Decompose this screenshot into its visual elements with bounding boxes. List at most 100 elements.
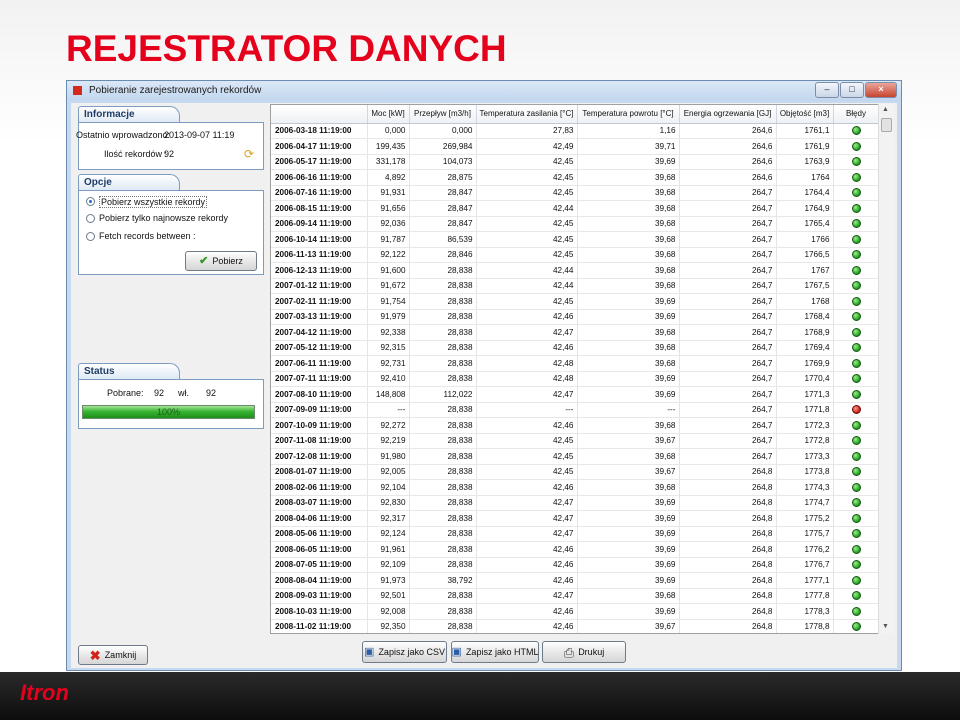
- ok-status-icon: [851, 250, 861, 260]
- minimize-button[interactable]: –: [815, 82, 839, 98]
- scroll-thumb[interactable]: [881, 118, 892, 132]
- table-row[interactable]: 2006-10-14 11:19:00 91,787 86,539 42,45 39,6…: [271, 231, 880, 248]
- row-date-cell: 2006-11-13 11:19:00: [271, 247, 368, 263]
- table-cell: 42,45: [476, 231, 578, 248]
- table-row[interactable]: 2008-01-07 11:19:00 92,005 28,838 42,45 39,6…: [271, 464, 880, 480]
- scroll-down-icon[interactable]: ▼: [882, 623, 889, 630]
- table-row[interactable]: 2006-05-17 11:19:00 331,178 104,073 42,45 39…: [271, 154, 880, 170]
- fetch-button-label: Pobierz: [212, 256, 243, 266]
- ok-status-icon: [851, 374, 861, 384]
- column-header[interactable]: Energia ogrzewania [GJ]: [679, 105, 777, 124]
- table-row[interactable]: 2007-10-09 11:19:00 92,272 28,838 42,46 39,6…: [271, 417, 880, 434]
- table-row[interactable]: 2007-08-10 11:19:00 148,808 112,022 42,47 39…: [271, 386, 880, 403]
- table-row[interactable]: 2006-08-15 11:19:00 91,656 28,847 42,44 39,6…: [271, 200, 880, 217]
- ok-status-icon: [851, 389, 861, 399]
- table-row[interactable]: 2007-09-09 11:19:00 --- 28,838 --- --- 264,7 1…: [271, 402, 880, 418]
- table-cell: 28,838: [409, 495, 477, 511]
- save-html-label: Zapisz jako HTML: [465, 647, 539, 657]
- print-button[interactable]: ⎙ Drukuj: [542, 641, 626, 663]
- table-row[interactable]: 2008-02-06 11:19:00 92,104 28,838 42,46 39,6…: [271, 479, 880, 496]
- table-row[interactable]: 2006-07-16 11:19:00 91,931 28,847 42,45 39,6…: [271, 185, 880, 201]
- table-cell: 39,68: [577, 417, 680, 434]
- row-date-cell: 2008-08-04 11:19:00: [271, 572, 368, 589]
- table-cell: 1768: [776, 293, 834, 310]
- table-row[interactable]: 2008-07-05 11:19:00 92,109 28,838 42,46 39,6…: [271, 557, 880, 573]
- save-csv-button[interactable]: ▣ Zapisz jako CSV: [362, 641, 447, 663]
- scroll-up-icon[interactable]: ▲: [882, 106, 889, 113]
- table-cell: 91,980: [367, 448, 410, 465]
- error-status-cell: [833, 433, 880, 449]
- table-cell: 264,7: [679, 433, 777, 449]
- table-cell: 39,69: [577, 386, 680, 403]
- error-status-cell: [833, 572, 880, 589]
- row-date-cell: 2006-08-15 11:19:00: [271, 200, 368, 217]
- table-cell: 39,68: [577, 355, 680, 372]
- column-header[interactable]: Moc [kW]: [367, 105, 410, 124]
- ok-status-icon: [851, 482, 861, 492]
- table-row[interactable]: 2007-02-11 11:19:00 91,754 28,838 42,45 39,6…: [271, 293, 880, 310]
- error-status-cell: [833, 402, 880, 418]
- ok-status-icon: [851, 343, 861, 353]
- row-date-cell: 2007-01-12 11:19:00: [271, 278, 368, 294]
- table-row[interactable]: 2008-05-06 11:19:00 92,124 28,838 42,47 39,6…: [271, 526, 880, 542]
- table-row[interactable]: 2008-06-05 11:19:00 91,961 28,838 42,46 39,6…: [271, 541, 880, 558]
- table-row[interactable]: 2006-03-18 11:19:00 0,000 0,000 27,83 1,16 26…: [271, 123, 880, 139]
- option-all-records-label[interactable]: Pobierz wszystkie rekordy: [99, 196, 208, 208]
- table-row[interactable]: 2007-07-11 11:19:00 92,410 28,838 42,48 39,6…: [271, 371, 880, 387]
- table-row[interactable]: 2008-10-03 11:19:00 92,008 28,838 42,46 39,6…: [271, 603, 880, 620]
- table-row[interactable]: 2007-12-08 11:19:00 91,980 28,838 42,45 39,6…: [271, 448, 880, 465]
- table-scrollbar[interactable]: ▲ ▼: [878, 104, 894, 634]
- column-header[interactable]: Przepływ [m3/h]: [409, 105, 477, 124]
- maximize-button[interactable]: □: [840, 82, 864, 98]
- close-window-button[interactable]: ×: [865, 82, 897, 98]
- column-header[interactable]: Temperatura zasilania [°C]: [476, 105, 578, 124]
- option-newest-records-label[interactable]: Pobierz tylko najnowsze rekordy: [99, 213, 228, 223]
- table-row[interactable]: 2007-01-12 11:19:00 91,672 28,838 42,44 39,6…: [271, 278, 880, 294]
- save-html-button[interactable]: ▣ Zapisz jako HTML: [451, 641, 539, 663]
- column-header[interactable]: Temperatura powrotu [°C]: [577, 105, 680, 124]
- window-titlebar[interactable]: Pobieranie zarejestrowanych rekordów – □…: [67, 81, 901, 101]
- row-date-cell: 2006-05-17 11:19:00: [271, 154, 368, 170]
- table-row[interactable]: 2008-04-06 11:19:00 92,317 28,838 42,47 39,6…: [271, 510, 880, 527]
- row-date-cell: 2008-03-07 11:19:00: [271, 495, 368, 511]
- table-cell: 1770,4: [776, 371, 834, 387]
- table-row[interactable]: 2006-04-17 11:19:00 199,435 269,984 42,49 39…: [271, 138, 880, 155]
- table-row[interactable]: 2008-09-03 11:19:00 92,501 28,838 42,47 39,6…: [271, 588, 880, 604]
- table-row[interactable]: 2007-05-12 11:19:00 92,315 28,838 42,46 39,6…: [271, 340, 880, 356]
- table-cell: 28,838: [409, 588, 477, 604]
- table-row[interactable]: 2008-11-02 11:19:00 92,350 28,838 42,46 39,6…: [271, 619, 880, 633]
- table-row[interactable]: 2006-11-13 11:19:00 92,122 28,846 42,45 39,6…: [271, 247, 880, 263]
- radio-fetch-between[interactable]: [86, 232, 95, 241]
- table-row[interactable]: 2007-03-13 11:19:00 91,979 28,838 42,46 39,6…: [271, 309, 880, 325]
- fetch-button[interactable]: ✔ Pobierz: [185, 251, 257, 271]
- radio-newest-records[interactable]: [86, 214, 95, 223]
- table-cell: 42,46: [476, 603, 578, 620]
- error-status-cell: [833, 309, 880, 325]
- table-cell: 1772,8: [776, 433, 834, 449]
- row-date-cell: 2006-12-13 11:19:00: [271, 262, 368, 279]
- records-table[interactable]: Moc [kW] Przepływ [m3/h] Temperatura zasil…: [270, 104, 894, 634]
- table-cell: 28,838: [409, 371, 477, 387]
- table-cell: 1775,7: [776, 526, 834, 542]
- column-header[interactable]: Objętość [m3]: [776, 105, 834, 124]
- ok-status-icon: [851, 622, 861, 632]
- table-row[interactable]: 2007-04-12 11:19:00 92,338 28,838 42,47 39,6…: [271, 324, 880, 341]
- table-row[interactable]: 2008-03-07 11:19:00 92,830 28,838 42,47 39,6…: [271, 495, 880, 511]
- table-row[interactable]: 2007-06-11 11:19:00 92,731 28,838 42,48 39,6…: [271, 355, 880, 372]
- table-cell: 42,47: [476, 386, 578, 403]
- table-row[interactable]: 2007-11-08 11:19:00 92,219 28,838 42,45 39,6…: [271, 433, 880, 449]
- table-row[interactable]: 2006-06-16 11:19:00 4,892 28,875 42,45 39,68…: [271, 169, 880, 186]
- column-header[interactable]: Błędy: [833, 105, 880, 124]
- ok-status-icon: [851, 157, 861, 167]
- ok-status-icon: [851, 498, 861, 508]
- table-cell: 1764: [776, 169, 834, 186]
- column-header[interactable]: [271, 105, 368, 124]
- close-button[interactable]: ✖ Zamknij: [78, 645, 148, 665]
- option-fetch-between-label[interactable]: Fetch records between :: [99, 231, 196, 241]
- table-row[interactable]: 2006-09-14 11:19:00 92,036 28,847 42,45 39,6…: [271, 216, 880, 232]
- radio-all-records[interactable]: [86, 197, 95, 206]
- table-row[interactable]: 2006-12-13 11:19:00 91,600 28,838 42,44 39,6…: [271, 262, 880, 279]
- last-read-label: Ostatnio wprowadzono:: [76, 130, 171, 140]
- refresh-icon[interactable]: ⟳: [244, 147, 254, 161]
- table-row[interactable]: 2008-08-04 11:19:00 91,973 38,792 42,46 39,6…: [271, 572, 880, 589]
